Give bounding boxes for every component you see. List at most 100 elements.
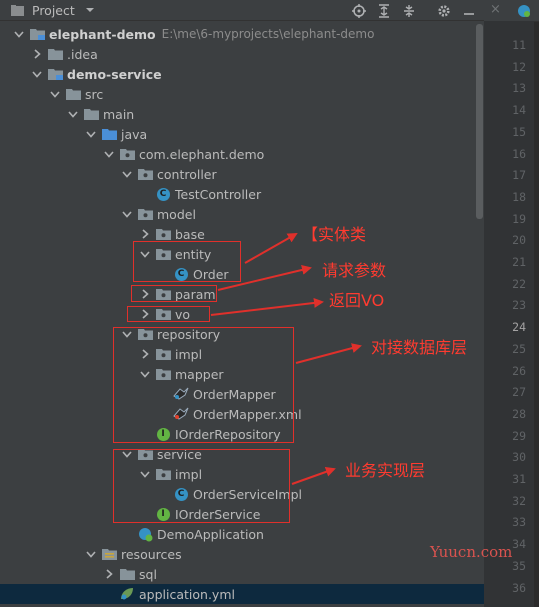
line-number: 28: [512, 406, 526, 421]
chevron-right-icon[interactable]: [103, 568, 115, 580]
project-view-selector[interactable]: Project: [0, 0, 95, 21]
line-number: 25: [512, 341, 526, 356]
tree-row[interactable]: java: [0, 124, 484, 144]
chevron-down-icon[interactable]: [67, 108, 79, 120]
resources-folder-icon: [101, 547, 117, 561]
line-number: 22: [512, 276, 526, 291]
chevron-down-icon[interactable]: [85, 128, 97, 140]
tree-item-label: base: [175, 226, 205, 242]
line-number: 18: [512, 189, 526, 204]
tree-row[interactable]: resources: [0, 544, 484, 564]
hide-panel-button[interactable]: [460, 2, 477, 19]
tree-row[interactable]: C TestController: [0, 184, 484, 204]
line-number-gutter: 11 12 13 14 15 16 17 18 19 20 21 22 23 24 25 26 27 28 29 30…: [484, 21, 534, 607]
expand-all-icon: [378, 3, 389, 18]
tree-row[interactable]: model: [0, 204, 484, 224]
tree-item-label: model: [157, 206, 196, 222]
project-view-label: Project: [32, 2, 75, 18]
chevron-down-icon[interactable]: [121, 208, 133, 220]
package-icon: [137, 207, 153, 221]
tree-row[interactable]: elephant-demo E:\me\6-myprojects\elephant…: [0, 24, 484, 44]
line-number: 17: [512, 168, 526, 183]
tree-row[interactable]: C Order: [0, 264, 484, 284]
line-number: 21: [512, 255, 526, 269]
tree-row[interactable]: src: [0, 84, 484, 104]
source-folder-icon: [101, 127, 117, 141]
tree-row[interactable]: vo: [0, 304, 484, 324]
tree-row[interactable]: demo-service: [0, 64, 484, 84]
line-number: 24: [512, 320, 526, 335]
chevron-right-icon[interactable]: [139, 228, 151, 240]
line-number: 11: [512, 38, 526, 52]
crosshair-icon: [351, 3, 366, 18]
line-number: 29: [512, 428, 526, 443]
line-number: 33: [512, 515, 526, 530]
vo-annotation: 返回VO: [329, 291, 385, 310]
tree-row[interactable]: base: [0, 224, 484, 244]
project-folder-icon: [11, 4, 24, 16]
param-highlight-box: [131, 285, 217, 302]
tree-item-label: com.elephant.demo: [139, 146, 265, 162]
line-number: 23: [512, 298, 526, 313]
tree-item-label: .idea: [67, 46, 98, 62]
expand-all-button[interactable]: [375, 2, 392, 19]
locate-file-button[interactable]: [350, 2, 367, 19]
tree-item-label: elephant-demo: [49, 26, 156, 42]
settings-button[interactable]: [435, 2, 452, 19]
folder-icon: [83, 107, 99, 121]
package-icon: [137, 167, 153, 181]
tree-row[interactable]: DemoApplication: [0, 524, 484, 544]
folder-icon: [65, 87, 81, 101]
project-toolbar: Project: [0, 0, 484, 21]
service-annotation: 业务实现层: [345, 461, 426, 480]
tree-row[interactable]: .idea: [0, 44, 484, 64]
service-highlight-box: [113, 449, 290, 523]
editor-tab-bar: ×: [484, 0, 539, 22]
close-icon[interactable]: ×: [490, 2, 501, 17]
editor-pane: × 11 12 13 14 15 16 17 18 19 20 21 22 23 24 25 26 27 28 29…: [484, 0, 539, 607]
line-number: 20: [512, 233, 526, 248]
repository-annotation: 对接数据库层: [371, 338, 468, 357]
line-number: 13: [512, 81, 526, 96]
spring-class-icon: [137, 527, 153, 541]
entity-highlight-box: [133, 241, 241, 282]
chevron-down-icon[interactable]: [85, 548, 97, 560]
tree-row[interactable]: com.elephant.demo: [0, 144, 484, 164]
repository-highlight-box: [113, 327, 294, 443]
tree-row[interactable]: main: [0, 104, 484, 124]
class-file-icon: [518, 5, 530, 17]
tree-item-label: application.yml: [139, 586, 235, 602]
module-folder-icon: [47, 67, 63, 81]
chevron-right-icon[interactable]: [31, 48, 43, 60]
tree-row[interactable]: param: [0, 284, 484, 304]
chevron-down-icon[interactable]: [49, 88, 61, 100]
project-path: E:\me\6-myprojects\elephant-demo: [161, 27, 375, 41]
folder-icon: [119, 567, 135, 581]
tree-item-label: DemoApplication: [157, 526, 264, 542]
collapse-all-button[interactable]: [400, 2, 417, 19]
tree-scrollbar[interactable]: [476, 24, 483, 219]
chevron-down-icon[interactable]: [121, 168, 133, 180]
tree-row[interactable]: application.yml: [0, 584, 484, 604]
chevron-down-icon[interactable]: [103, 148, 115, 160]
tree-item-label: TestController: [175, 186, 262, 202]
tree-item-label: main: [103, 106, 135, 122]
line-number: 16: [512, 146, 526, 161]
tree-row[interactable]: sql: [0, 564, 484, 584]
chevron-down-icon[interactable]: [13, 28, 25, 40]
line-number: 27: [512, 385, 526, 400]
line-number: 32: [512, 493, 526, 508]
tree-row[interactable]: entity: [0, 244, 484, 264]
line-number: 19: [512, 211, 526, 226]
collapse-all-icon: [403, 4, 414, 17]
chevron-down-icon[interactable]: [31, 68, 43, 80]
tree-item-label: java: [121, 126, 148, 142]
folder-icon: [47, 47, 63, 61]
module-folder-icon: [29, 27, 45, 41]
yml-file-icon: [119, 587, 135, 601]
tree-row[interactable]: controller: [0, 164, 484, 184]
entity-annotation: 【实体类: [302, 225, 367, 244]
chevron-down-icon: [85, 8, 94, 12]
arrow-placeholder: [103, 588, 115, 600]
gear-icon: [437, 4, 450, 17]
